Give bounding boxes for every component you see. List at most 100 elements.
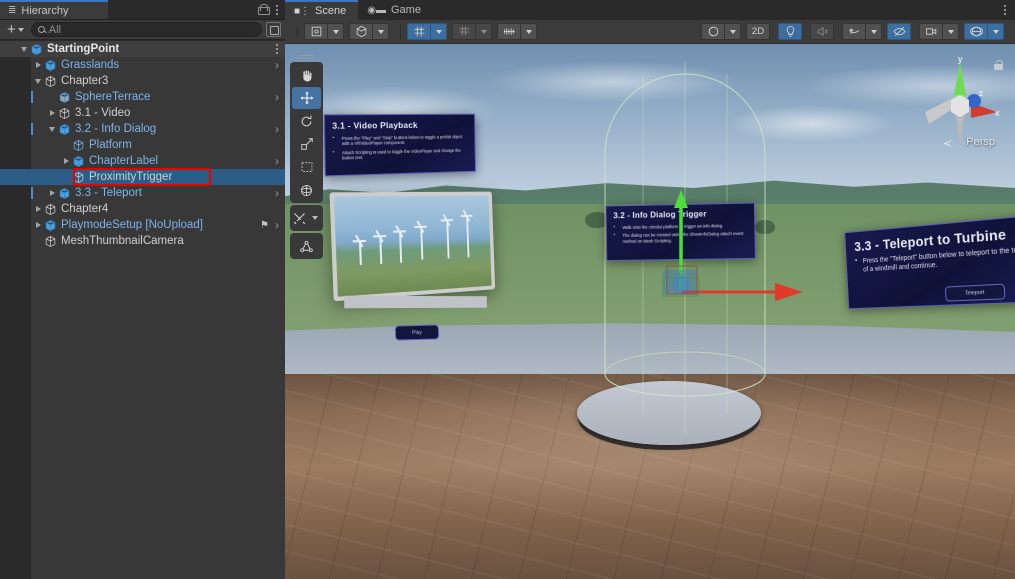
gameobject-icon: [45, 203, 56, 215]
gizmos-button[interactable]: [964, 23, 988, 40]
kebab-menu-icon[interactable]: [276, 4, 278, 15]
shading-mode-button[interactable]: [701, 23, 725, 40]
twisty-expanded-icon[interactable]: [46, 126, 58, 132]
model-icon: [59, 91, 70, 103]
rotate-tool[interactable]: [292, 110, 321, 132]
twisty-collapsed-icon[interactable]: [46, 110, 58, 116]
hierarchy-row-chapterlabel[interactable]: ChapterLabel ›: [0, 153, 285, 169]
twisty-expanded-icon[interactable]: [18, 46, 30, 52]
prefab-open-chevron-icon[interactable]: ›: [275, 186, 279, 200]
prefab-open-chevron-icon[interactable]: ›: [275, 90, 279, 104]
chevron-down-icon: [480, 29, 487, 34]
gizmos-button-dropdown[interactable]: [988, 23, 1004, 40]
hierarchy-row-chapter4[interactable]: Chapter4: [0, 201, 285, 217]
lock-icon[interactable]: [258, 4, 270, 15]
hierarchy-row-startingpoint[interactable]: StartingPoint: [0, 41, 285, 57]
tool-palette-grip[interactable]: [290, 50, 323, 60]
hierarchy-icon: ≣: [8, 4, 17, 16]
scene-visibility-button[interactable]: [887, 23, 911, 40]
prefab-open-chevron-icon[interactable]: ›: [275, 58, 279, 72]
hierarchy-row-platform[interactable]: Platform: [0, 137, 285, 153]
hand-tool[interactable]: [292, 64, 321, 86]
row-menu-icon[interactable]: [276, 44, 285, 54]
hierarchy-row-meshthumbnailcamera[interactable]: MeshThumbnailCamera: [0, 233, 285, 249]
hierarchy-row-proximitytrigger[interactable]: ProximityTrigger: [0, 169, 285, 185]
prefab-open-chevron-icon[interactable]: ›: [275, 122, 279, 136]
custom-tools-dropdown[interactable]: [308, 207, 321, 229]
row-trailing-icons: ›: [275, 154, 285, 168]
grid-snapping-button-dropdown[interactable]: [431, 23, 447, 40]
teleport-button[interactable]: Teleport: [944, 283, 1006, 302]
tab-game[interactable]: ◉▬ Game: [358, 0, 433, 20]
pivot-mode-button-dropdown[interactable]: [328, 23, 344, 40]
effects-button[interactable]: [842, 23, 866, 40]
gizmo-lock-icon[interactable]: [994, 60, 1003, 70]
grid-visibility-button-dropdown[interactable]: [476, 23, 492, 40]
row-trailing-icons: ⚑ ›: [260, 218, 285, 232]
scale-tool[interactable]: [292, 133, 321, 155]
prefab-icon: [59, 123, 70, 135]
pivot-mode-button[interactable]: [304, 23, 328, 40]
snap-increment-button-dropdown[interactable]: [521, 23, 537, 40]
popout-icon[interactable]: [266, 22, 281, 37]
grid-plane-icon: [459, 26, 469, 36]
scene-viewport[interactable]: Play 3.1 - Video Playback Press the "Pla…: [285, 44, 1015, 579]
transform-icon: [301, 184, 312, 196]
create-object-button[interactable]: +: [4, 22, 27, 37]
component-tool[interactable]: [292, 235, 321, 257]
prefab-open-chevron-icon[interactable]: ›: [275, 218, 279, 232]
hierarchy-row-3-1-video[interactable]: 3.1 - Video: [0, 105, 285, 121]
twisty-collapsed-icon[interactable]: [46, 190, 58, 196]
effects-button-dropdown[interactable]: [866, 23, 882, 40]
custom-editor-tool[interactable]: [292, 207, 307, 229]
camera-settings-button-dropdown[interactable]: [943, 23, 959, 40]
kebab-menu-icon[interactable]: [1004, 5, 1006, 15]
hierarchy-row-label: PlaymodeSetup [NoUpload]: [61, 219, 203, 231]
scene-lighting-button[interactable]: [778, 23, 802, 40]
row-trailing-icons: ›: [275, 58, 285, 72]
hierarchy-row-label: MeshThumbnailCamera: [61, 235, 184, 247]
hierarchy-row-3-3-teleport[interactable]: 3.3 - Teleport ›: [0, 185, 285, 201]
tab-scene-label: Scene: [315, 5, 347, 17]
scene-view-gizmo[interactable]: y x z: [911, 50, 1009, 158]
twisty-collapsed-icon[interactable]: [32, 62, 44, 68]
chevron-right-icon: [35, 222, 41, 228]
hierarchy-row-label: 3.1 - Video: [75, 107, 131, 119]
twisty-expanded-icon[interactable]: [32, 78, 44, 84]
search-input[interactable]: All: [30, 22, 262, 37]
twisty-collapsed-icon[interactable]: [32, 222, 44, 228]
handle-space-button-dropdown[interactable]: [373, 23, 389, 40]
info-dialog-trigger-panel-title: 3.2 - Info Dialog Trigger: [613, 209, 707, 221]
2d-toggle-button[interactable]: 2D: [746, 23, 770, 40]
prefab-icon: [72, 155, 85, 168]
hierarchy-row-label: 3.2 - Info Dialog: [75, 123, 157, 135]
handle-space-button[interactable]: [349, 23, 373, 40]
snap-increment-button[interactable]: [497, 23, 521, 40]
hierarchy-row-chapter3[interactable]: Chapter3: [0, 73, 285, 89]
hierarchy-row-sphereterrace[interactable]: SphereTerrace ›: [0, 89, 285, 105]
video-play-button[interactable]: Play: [394, 324, 440, 341]
lightbulb-icon: [786, 26, 794, 37]
circular-platform: [577, 381, 761, 445]
hierarchy-row-3-2-info-dialog[interactable]: 3.2 - Info Dialog ›: [0, 121, 285, 137]
prefab-icon: [44, 219, 57, 232]
tab-hierarchy[interactable]: ≣ Hierarchy: [0, 0, 108, 19]
grid-snapping-button[interactable]: [407, 23, 431, 40]
twisty-collapsed-icon[interactable]: [32, 206, 44, 212]
eye-off-icon: [893, 26, 905, 37]
move-tool[interactable]: [292, 87, 321, 109]
camera-settings-button[interactable]: [919, 23, 943, 40]
tab-scene[interactable]: ■⋮ Scene: [285, 0, 359, 20]
rect-tool[interactable]: [292, 156, 321, 178]
transform-tool[interactable]: [292, 179, 321, 201]
turbine: [379, 237, 382, 264]
twisty-collapsed-icon[interactable]: [60, 158, 72, 164]
hierarchy-tree[interactable]: StartingPoint Grasslands › Chapter3 SphereTe…: [0, 41, 285, 579]
hierarchy-row-playmodesetup-noupload[interactable]: PlaymodeSetup [NoUpload] ⚑ ›: [0, 217, 285, 233]
prefab-open-chevron-icon[interactable]: ›: [275, 154, 279, 168]
shading-mode-button-dropdown[interactable]: [725, 23, 741, 40]
gameobject-icon: [44, 75, 57, 88]
hierarchy-row-grasslands[interactable]: Grasslands ›: [0, 57, 285, 73]
audio-mute-button[interactable]: [810, 23, 834, 40]
grid-visibility-button[interactable]: [452, 23, 476, 40]
